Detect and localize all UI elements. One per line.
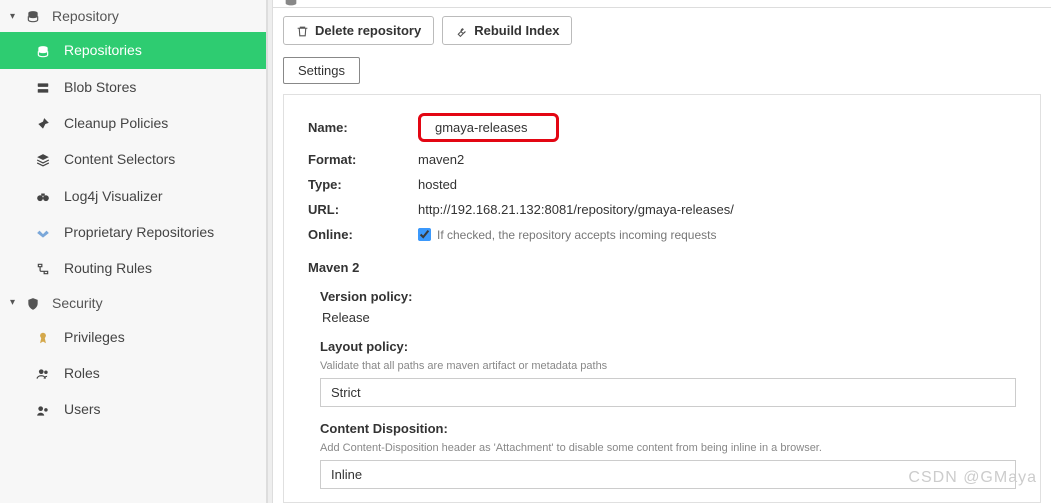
field-label-layout-policy: Layout policy: <box>320 339 1016 354</box>
field-label-name: Name: <box>308 120 418 135</box>
database-icon <box>26 8 44 24</box>
sidebar-item-proprietary-repositories[interactable]: Proprietary Repositories <box>0 214 266 250</box>
sidebar-item-label: Repositories <box>64 42 142 58</box>
ribbon-icon <box>36 329 58 345</box>
sidebar-item-label: Blob Stores <box>64 79 136 95</box>
server-icon <box>36 79 58 95</box>
users-icon <box>36 365 58 381</box>
sidebar: ▾ Repository Repositories Blob Stores Cl… <box>0 0 267 503</box>
delete-repository-button[interactable]: Delete repository <box>283 16 434 45</box>
sidebar-item-users[interactable]: Users <box>0 391 266 427</box>
trash-icon <box>296 23 309 38</box>
layers-icon <box>36 151 58 167</box>
sidebar-item-routing-rules[interactable]: Routing Rules <box>0 250 266 286</box>
wrench-icon <box>455 23 468 38</box>
sidebar-item-content-selectors[interactable]: Content Selectors <box>0 141 266 177</box>
user-group-icon <box>36 401 58 417</box>
layout-policy-hint: Validate that all paths are maven artifa… <box>320 360 1016 372</box>
sidebar-item-label: Roles <box>64 365 100 381</box>
sidebar-item-repositories[interactable]: Repositories <box>0 32 266 68</box>
handshake-icon <box>36 224 58 240</box>
main-content: Delete repository Rebuild Index Settings… <box>273 0 1051 503</box>
sidebar-item-label: Privileges <box>64 329 125 345</box>
caret-down-icon: ▾ <box>10 297 22 308</box>
caret-down-icon: ▾ <box>10 11 22 22</box>
breadcrumb-strip <box>273 0 1051 8</box>
sidebar-item-label: Proprietary Repositories <box>64 224 214 240</box>
sidebar-item-label: Log4j Visualizer <box>64 188 163 204</box>
content-disposition-select[interactable]: Inline <box>320 460 1016 489</box>
shield-icon <box>26 294 44 310</box>
sidebar-item-label: Cleanup Policies <box>64 115 168 131</box>
button-label: Delete repository <box>315 23 421 38</box>
repository-name-value: gmaya-releases <box>418 113 559 142</box>
sidebar-item-log4j-visualizer[interactable]: Log4j Visualizer <box>0 177 266 213</box>
online-hint: If checked, the repository accepts incom… <box>437 228 716 242</box>
sidebar-group-repository[interactable]: ▾ Repository <box>0 0 266 32</box>
binoculars-icon <box>36 187 58 203</box>
sidebar-group-label: Repository <box>52 8 119 24</box>
field-label-content-disposition: Content Disposition: <box>320 421 1016 436</box>
field-label-online: Online: <box>308 227 418 242</box>
repository-format-value: maven2 <box>418 152 464 167</box>
section-title-maven2: Maven 2 <box>308 260 1016 275</box>
route-icon <box>36 260 58 276</box>
rebuild-index-button[interactable]: Rebuild Index <box>442 16 572 45</box>
field-label-format: Format: <box>308 152 418 167</box>
sidebar-item-label: Users <box>64 401 101 417</box>
sidebar-item-blob-stores[interactable]: Blob Stores <box>0 69 266 105</box>
sidebar-item-privileges[interactable]: Privileges <box>0 319 266 355</box>
toolbar: Delete repository Rebuild Index <box>273 8 1051 53</box>
field-label-url: URL: <box>308 202 418 217</box>
sidebar-item-cleanup-policies[interactable]: Cleanup Policies <box>0 105 266 141</box>
sidebar-item-label: Routing Rules <box>64 260 152 276</box>
field-label-type: Type: <box>308 177 418 192</box>
sidebar-item-label: Content Selectors <box>64 151 175 167</box>
sidebar-group-security[interactable]: ▾ Security <box>0 286 266 318</box>
button-label: Rebuild Index <box>474 23 559 38</box>
sidebar-item-roles[interactable]: Roles <box>0 355 266 391</box>
online-checkbox[interactable] <box>418 228 431 241</box>
repository-url-value: http://192.168.21.132:8081/repository/gm… <box>418 202 734 217</box>
database-icon <box>36 42 58 58</box>
content-disposition-hint: Add Content-Disposition header as 'Attac… <box>320 442 1016 454</box>
layout-policy-select[interactable]: Strict <box>320 378 1016 407</box>
settings-panel: Name: gmaya-releases Format: maven2 Type… <box>283 94 1041 503</box>
brush-icon <box>36 115 58 131</box>
settings-tab[interactable]: Settings <box>283 57 360 84</box>
sidebar-group-label: Security <box>52 295 103 311</box>
version-policy-value: Release <box>322 310 1016 325</box>
field-label-version-policy: Version policy: <box>320 289 1016 304</box>
repository-type-value: hosted <box>418 177 457 192</box>
